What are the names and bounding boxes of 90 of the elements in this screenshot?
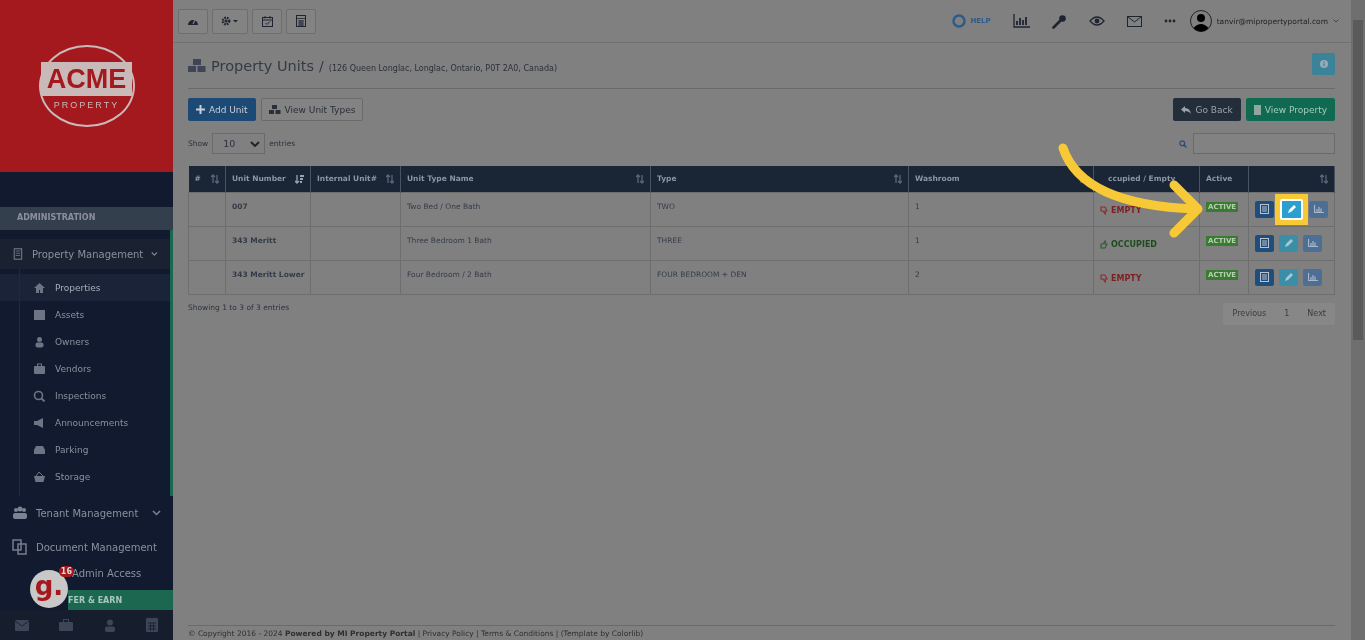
nav-item[interactable]: Properties (0, 274, 170, 301)
column-header[interactable] (1248, 166, 1335, 192)
caret-icon (1333, 19, 1339, 23)
horn-icon (33, 416, 46, 429)
property-address: (126 Queen Longlac, Longlac, Ontario, P0T 2A0, Canada) (328, 63, 557, 73)
status-label: EMPTY (1100, 205, 1142, 215)
bar-chart-icon[interactable] (1012, 14, 1030, 28)
pencil-icon (1286, 204, 1297, 214)
users-icon (12, 505, 28, 521)
user-icon[interactable] (103, 618, 116, 632)
search-icon (1179, 139, 1187, 148)
eye-icon[interactable] (1088, 16, 1105, 26)
lifebuoy-icon (952, 14, 967, 28)
nav-group[interactable]: Tenant Management (0, 496, 173, 530)
bar-chart-icon (1307, 273, 1318, 281)
page-size-select[interactable]: 10 (212, 133, 266, 154)
sort-icon[interactable] (295, 173, 304, 184)
cubes-icon (188, 58, 206, 73)
plus-icon (196, 105, 205, 114)
thumbs-down-icon (1100, 205, 1109, 215)
chevron-icon (151, 251, 158, 257)
section-header: ADMINISTRATION (0, 207, 173, 230)
mail-icon[interactable] (15, 619, 30, 631)
search-icon (33, 389, 46, 402)
cubes-icon (268, 105, 281, 114)
box-icon (33, 308, 46, 321)
nav-group[interactable]: Document Management (0, 530, 173, 564)
briefcase-icon[interactable] (59, 619, 74, 631)
nav-group[interactable]: Admin Access (72, 568, 173, 579)
nav-item[interactable]: Vendors (0, 355, 170, 382)
scrollbar[interactable] (1351, 0, 1365, 640)
home-icon (33, 281, 46, 294)
bar-chart-icon (1307, 239, 1318, 247)
reply-arrow-icon (1181, 105, 1192, 114)
nav-item[interactable]: Inspections (0, 382, 170, 409)
details-button[interactable] (1255, 200, 1274, 218)
settings-icon (221, 16, 239, 26)
calculator-icon (296, 15, 306, 27)
basket-icon (33, 470, 46, 483)
logo[interactable]: ACME PROPERTY (38, 45, 135, 127)
nav-item[interactable]: Announcements (0, 409, 170, 436)
info-icon (1319, 59, 1328, 68)
pencil-icon (1283, 272, 1294, 282)
list-icon (1260, 272, 1269, 282)
bar-chart-icon (1313, 205, 1324, 213)
refer-bar[interactable]: FER & EARN (68, 590, 173, 610)
add-unit-button[interactable]: Add Unit (188, 98, 256, 121)
separator: / (319, 57, 324, 74)
edit-button[interactable] (1279, 234, 1298, 252)
search-field[interactable] (1193, 133, 1335, 154)
page-title: Property Units (211, 57, 315, 74)
thumbs-up-icon (1100, 239, 1109, 249)
dashboard-button[interactable] (178, 8, 208, 34)
calculator-icon[interactable] (145, 618, 158, 632)
view-unit-types-button[interactable]: View Unit Types (260, 98, 364, 121)
chart-button[interactable] (1303, 234, 1322, 252)
go-back-button[interactable]: Go Back (1173, 98, 1241, 121)
details-button[interactable] (1255, 234, 1274, 252)
wrench-icon[interactable] (1051, 13, 1067, 29)
chart-button[interactable] (1303, 268, 1322, 286)
chevron-icon (152, 510, 161, 516)
nav-item[interactable]: Assets (0, 301, 170, 328)
case-icon (33, 362, 46, 375)
nav-item[interactable]: Storage (0, 463, 170, 490)
pencil-icon (1283, 238, 1294, 248)
mail-icon[interactable] (1126, 15, 1142, 27)
details-button[interactable] (1255, 268, 1274, 286)
more-icon[interactable] (1163, 19, 1176, 23)
user-icon (33, 335, 46, 348)
settings-button[interactable] (212, 8, 248, 34)
thumbs-down-icon (1100, 273, 1109, 283)
info-button[interactable] (1312, 52, 1335, 75)
avatar-icon (1189, 10, 1212, 32)
status-label: OCCUPIED (1100, 239, 1157, 249)
calculator-button[interactable] (286, 8, 316, 34)
calendar-button[interactable] (252, 8, 282, 34)
edit-button[interactable] (1279, 268, 1298, 286)
status-label: EMPTY (1100, 273, 1142, 283)
nav-item[interactable]: Owners (0, 328, 170, 355)
docs-icon (12, 539, 28, 555)
chart-button[interactable] (1309, 200, 1328, 218)
chevron-icon (250, 140, 261, 147)
list-icon (1260, 238, 1269, 248)
calendar-icon (261, 15, 273, 27)
nav-item[interactable]: Parking (0, 436, 170, 463)
list-icon (1260, 204, 1269, 214)
nav-group[interactable]: Property Management (0, 239, 170, 269)
building-icon (12, 246, 24, 262)
building-icon (1253, 104, 1261, 115)
view-property-button[interactable]: View Property (1245, 98, 1335, 121)
